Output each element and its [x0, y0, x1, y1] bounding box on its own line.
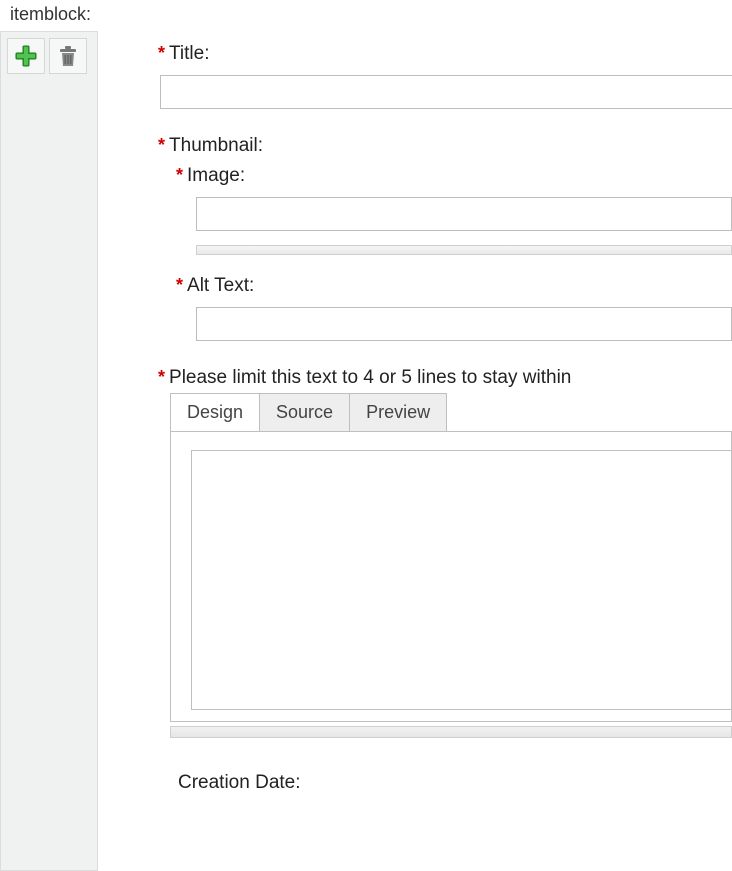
title-input[interactable] — [160, 75, 732, 109]
delete-button[interactable] — [49, 38, 87, 74]
image-progress-bar — [196, 245, 732, 255]
required-asterisk: * — [158, 43, 165, 64]
editor-status-bar — [170, 726, 732, 738]
tab-source[interactable]: Source — [259, 393, 350, 431]
add-button[interactable] — [7, 38, 45, 74]
thumbnail-label: Thumbnail: — [169, 135, 263, 157]
alt-text-input[interactable] — [196, 307, 732, 341]
alt-text-label: Alt Text: — [187, 275, 254, 297]
block-label: itemblock: — [0, 0, 732, 31]
required-asterisk: * — [176, 275, 183, 296]
title-label: Title: — [169, 43, 209, 65]
form-pane: * Title: * Thumbnail: * Image: * — [98, 31, 732, 871]
image-label: Image: — [187, 165, 245, 187]
editor-tabs: Design Source Preview — [170, 393, 732, 432]
editor-help-text: Please limit this text to 4 or 5 lines t… — [169, 367, 571, 389]
tab-design[interactable]: Design — [170, 393, 260, 431]
left-toolbar — [0, 31, 98, 871]
editor-textarea[interactable] — [191, 450, 731, 710]
plus-icon — [14, 44, 38, 68]
required-asterisk: * — [176, 165, 183, 186]
creation-date-label: Creation Date: — [178, 772, 301, 793]
trash-icon — [57, 44, 79, 68]
required-asterisk: * — [158, 135, 165, 156]
tab-preview[interactable]: Preview — [349, 393, 447, 431]
image-input[interactable] — [196, 197, 732, 231]
required-asterisk: * — [158, 367, 165, 389]
